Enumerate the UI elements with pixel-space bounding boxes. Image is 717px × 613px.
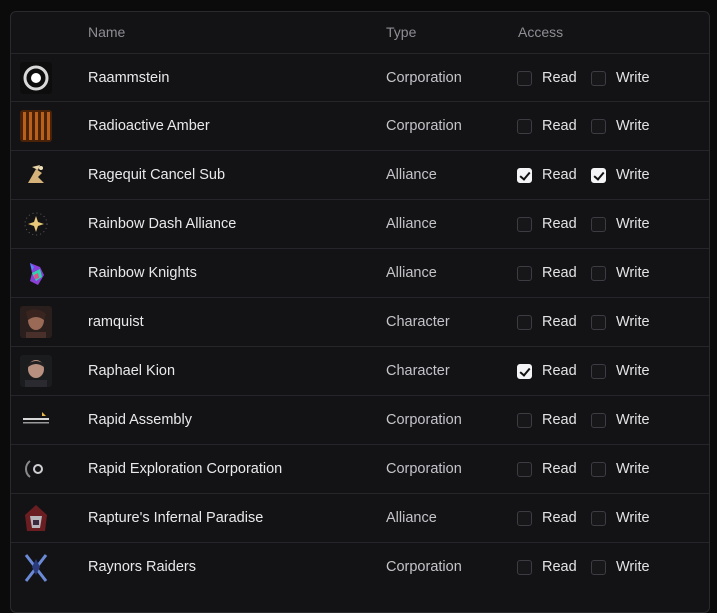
write-checkbox[interactable]: Write [591, 314, 650, 330]
rainbow-knights-logo-icon [20, 257, 52, 289]
access-column-header: Access [518, 24, 564, 40]
read-label: Read [542, 167, 577, 183]
table-row: Raynors Raiders Corporation Read Write [11, 542, 709, 590]
rainbow-dash-logo-icon [20, 208, 52, 240]
read-checkbox[interactable]: Read [517, 510, 577, 526]
row-name[interactable]: Raynors Raiders [88, 559, 196, 575]
read-checkbox[interactable]: Read [517, 363, 577, 379]
table-row: Radioactive Amber Corporation Read Write [11, 101, 709, 149]
read-checkbox[interactable]: Read [517, 216, 577, 232]
rapid-assembly-logo-icon [20, 404, 52, 436]
raptures-infernal-logo-icon [20, 502, 52, 534]
read-checkbox[interactable]: Read [517, 412, 577, 428]
write-checkbox[interactable]: Write [591, 461, 650, 477]
read-checkbox[interactable]: Read [517, 559, 577, 575]
write-label: Write [616, 510, 650, 526]
write-checkbox[interactable]: Write [591, 265, 650, 281]
table-row: Raammstein Corporation Read Write [11, 53, 709, 101]
write-label: Write [616, 559, 650, 575]
name-column-header[interactable]: Name [88, 24, 125, 40]
type-column-header[interactable]: Type [386, 24, 416, 40]
write-label: Write [616, 412, 650, 428]
radioactive-amber-logo-icon [20, 110, 52, 142]
write-checkbox[interactable]: Write [591, 363, 650, 379]
write-label: Write [616, 265, 650, 281]
write-checkbox[interactable]: Write [591, 510, 650, 526]
write-label: Write [616, 70, 650, 86]
table-header: Name Type Access [11, 12, 709, 53]
write-label: Write [616, 314, 650, 330]
write-label: Write [616, 118, 650, 134]
read-label: Read [542, 461, 577, 477]
table-row: Rapid Exploration Corporation Corporatio… [11, 444, 709, 492]
character-portrait-icon [20, 355, 52, 387]
read-label: Read [542, 510, 577, 526]
read-checkbox[interactable]: Read [517, 167, 577, 183]
ragequit-logo-icon [20, 159, 52, 191]
table-row: Ragequit Cancel Sub Alliance Read Write [11, 150, 709, 198]
row-name[interactable]: Rainbow Knights [88, 265, 197, 281]
write-checkbox[interactable]: Write [591, 216, 650, 232]
row-name[interactable]: Rapture's Infernal Paradise [88, 510, 263, 526]
read-label: Read [542, 70, 577, 86]
row-type: Corporation [386, 461, 462, 477]
write-checkbox[interactable]: Write [591, 412, 650, 428]
row-name[interactable]: Rapid Exploration Corporation [88, 461, 282, 477]
write-checkbox[interactable]: Write [591, 167, 650, 183]
read-checkbox[interactable]: Read [517, 70, 577, 86]
character-portrait-icon [20, 306, 52, 338]
row-name[interactable]: Raammstein [88, 70, 169, 86]
row-type: Corporation [386, 70, 462, 86]
row-type: Alliance [386, 265, 437, 281]
row-type: Corporation [386, 118, 462, 134]
table-row: Rainbow Dash Alliance Alliance Read Writ… [11, 199, 709, 247]
write-checkbox[interactable]: Write [591, 118, 650, 134]
row-type: Corporation [386, 412, 462, 428]
row-type: Alliance [386, 510, 437, 526]
read-label: Read [542, 412, 577, 428]
read-checkbox[interactable]: Read [517, 314, 577, 330]
row-type: Corporation [386, 559, 462, 575]
row-name[interactable]: Raphael Kion [88, 363, 175, 379]
read-checkbox[interactable]: Read [517, 118, 577, 134]
row-type: Alliance [386, 167, 437, 183]
row-type: Alliance [386, 216, 437, 232]
read-label: Read [542, 559, 577, 575]
row-name[interactable]: ramquist [88, 314, 144, 330]
write-label: Write [616, 363, 650, 379]
read-label: Read [542, 216, 577, 232]
table-row: Rapid Assembly Corporation Read Write [11, 395, 709, 443]
read-label: Read [542, 265, 577, 281]
rapid-exploration-logo-icon [20, 453, 52, 485]
write-checkbox[interactable]: Write [591, 559, 650, 575]
row-type: Character [386, 363, 450, 379]
access-table: Name Type Access Raammstein Corporation … [10, 11, 710, 613]
write-label: Write [616, 216, 650, 232]
read-label: Read [542, 314, 577, 330]
write-label: Write [616, 461, 650, 477]
write-checkbox[interactable]: Write [591, 70, 650, 86]
table-row: Raphael Kion Character Read Write [11, 346, 709, 394]
raammstein-logo-icon [20, 62, 52, 94]
read-label: Read [542, 363, 577, 379]
table-row: Rainbow Knights Alliance Read Write [11, 248, 709, 296]
row-name[interactable]: Rapid Assembly [88, 412, 192, 428]
table-row: ramquist Character Read Write [11, 297, 709, 345]
row-name[interactable]: Radioactive Amber [88, 118, 210, 134]
row-type: Character [386, 314, 450, 330]
row-name[interactable]: Ragequit Cancel Sub [88, 167, 225, 183]
raynors-raiders-logo-icon [20, 551, 52, 583]
read-checkbox[interactable]: Read [517, 461, 577, 477]
read-label: Read [542, 118, 577, 134]
table-row: Rapture's Infernal Paradise Alliance Rea… [11, 493, 709, 541]
write-label: Write [616, 167, 650, 183]
read-checkbox[interactable]: Read [517, 265, 577, 281]
row-name[interactable]: Rainbow Dash Alliance [88, 216, 236, 232]
